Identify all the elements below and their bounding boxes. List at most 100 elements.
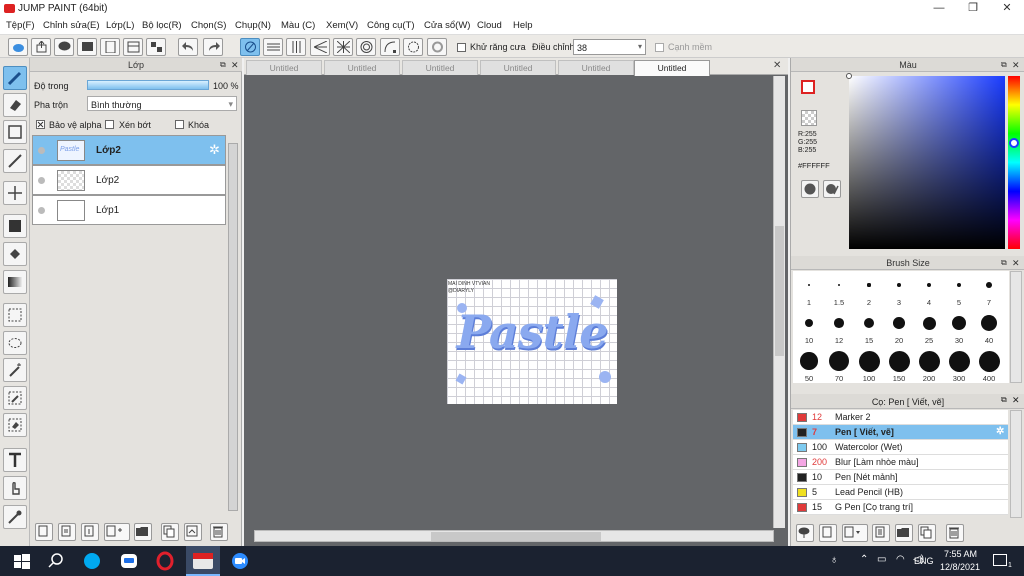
fill-rect-tool[interactable] — [3, 214, 27, 238]
brush-size-cell[interactable]: 25 — [914, 309, 944, 347]
brush-list-item[interactable]: 7 Pen [ Viết, vẽ] ✲ — [793, 425, 1008, 440]
soft-edge-checkbox[interactable] — [655, 43, 664, 52]
select-pen-tool[interactable] — [3, 386, 27, 410]
jump-paint-app[interactable] — [186, 546, 220, 576]
document-tab[interactable]: Untitled — [402, 60, 478, 75]
brush-tool[interactable] — [3, 66, 27, 90]
duplicate-layer-button[interactable] — [161, 523, 179, 541]
lock-checkbox[interactable] — [175, 120, 184, 129]
layer-row[interactable]: Pastle Lớp2 ✲ — [32, 135, 226, 165]
close-button[interactable]: ✕ — [990, 0, 1024, 17]
panel-close-icon[interactable]: ✕ — [1012, 256, 1020, 270]
brush-size-cell[interactable]: 15 — [854, 309, 884, 347]
hue-slider-handle[interactable] — [1009, 138, 1019, 148]
vertical-scroll-thumb[interactable] — [775, 226, 784, 356]
notification-icon[interactable] — [993, 554, 1007, 566]
perspective-ruler-button[interactable] — [310, 38, 330, 56]
layer-scrollbar[interactable] — [228, 143, 238, 511]
brush-size-cell[interactable]: 40 — [974, 309, 1004, 347]
brush-size-cell[interactable]: 12 — [824, 309, 854, 347]
skype-app[interactable] — [78, 549, 106, 573]
panel-close-icon[interactable]: ✕ — [1012, 58, 1020, 72]
panel-close-icon[interactable]: ✕ — [1012, 395, 1020, 406]
primary-color-swatch[interactable] — [801, 80, 815, 94]
undo-button[interactable] — [178, 38, 198, 56]
brush-size-cell[interactable]: 5 — [944, 271, 974, 309]
ruler-off-button[interactable] — [240, 38, 260, 56]
horizontal-scroll-thumb[interactable] — [431, 532, 601, 541]
zalo-app[interactable] — [115, 549, 143, 573]
search-button[interactable] — [42, 549, 70, 573]
brush-size-cell[interactable]: 70 — [824, 347, 854, 383]
panel-close-icon[interactable]: ✕ — [231, 58, 239, 72]
gradient-tool[interactable] — [3, 270, 27, 294]
opera-app[interactable] — [151, 549, 179, 573]
minimize-button[interactable]: — — [922, 0, 956, 17]
hand-tool[interactable] — [3, 476, 27, 500]
brush-list-item[interactable]: 12 Marker 2 — [793, 410, 1008, 425]
brush-list-item[interactable]: 100 Watercolor (Wet) — [793, 440, 1008, 455]
clock-date[interactable]: 12/8/2021 — [940, 562, 980, 572]
layout-button[interactable] — [123, 38, 143, 56]
palette-edit-button[interactable] — [823, 180, 841, 198]
brush-folder-button[interactable] — [895, 524, 913, 542]
brush-list-item[interactable]: 5 Lead Pencil (HB) — [793, 485, 1008, 500]
brush-list-item[interactable]: 200 Blur [Làm nhòe màu] — [793, 455, 1008, 470]
brush-list-scrollbar[interactable] — [1010, 410, 1022, 518]
brush-size-cell[interactable]: 10 — [794, 309, 824, 347]
comment-button[interactable] — [54, 38, 74, 56]
popout-icon[interactable]: ⧉ — [1001, 395, 1007, 405]
brush-size-cell[interactable]: 1 — [794, 271, 824, 309]
clock-time[interactable]: 7:55 AM — [944, 549, 977, 559]
text-tool[interactable] — [3, 448, 27, 472]
line-tool[interactable] — [3, 149, 27, 173]
menu-capture[interactable]: Chụp(N) — [235, 20, 271, 31]
brush-size-cell[interactable]: 7 — [974, 271, 1004, 309]
color-picker-cursor[interactable] — [846, 73, 852, 79]
layer-row[interactable]: Lớp1 — [32, 195, 226, 225]
opacity-slider[interactable] — [87, 80, 209, 90]
brush-size-cell[interactable]: 30 — [944, 309, 974, 347]
document-tab[interactable]: Untitled — [480, 60, 556, 75]
brush-size-cell[interactable]: 300 — [944, 347, 974, 383]
menu-help[interactable]: Help — [513, 20, 533, 31]
message-button[interactable] — [77, 38, 97, 56]
brush-size-cell[interactable]: 20 — [884, 309, 914, 347]
brush-cloud-button[interactable] — [796, 524, 814, 542]
ruler-settings-button[interactable] — [427, 38, 447, 56]
folder-button[interactable] — [134, 523, 152, 541]
transparent-color-swatch[interactable] — [801, 110, 817, 126]
new-folder-layer-button[interactable] — [58, 523, 76, 541]
shape-tool[interactable] — [3, 120, 27, 144]
brush-size-scrollbar[interactable] — [1010, 271, 1022, 383]
grid-layout-button[interactable] — [146, 38, 166, 56]
document-tab-active[interactable]: Untitled — [634, 60, 710, 76]
brush-text-button[interactable] — [872, 524, 890, 542]
brush-copy-button[interactable] — [918, 524, 936, 542]
artwork-canvas[interactable]: MAI DINH VTVIAN @DIARYLY Pastle — [447, 279, 617, 404]
circle-ruler-button[interactable] — [403, 38, 423, 56]
close-tab-icon[interactable]: ✕ — [773, 60, 781, 71]
add-layer-menu-button[interactable] — [104, 523, 130, 541]
radial-ruler-button[interactable] — [333, 38, 353, 56]
merge-layer-button[interactable] — [184, 523, 202, 541]
start-button[interactable] — [8, 549, 36, 573]
new-layer-button[interactable] — [35, 523, 53, 541]
brush-size-cell[interactable]: 4 — [914, 271, 944, 309]
popout-icon[interactable]: ⧉ — [220, 58, 226, 72]
input-language[interactable]: ENG — [914, 556, 934, 566]
brush-delete-button[interactable] — [946, 524, 964, 542]
move-tool[interactable] — [3, 181, 27, 205]
menu-file[interactable]: Tệp(F) — [6, 20, 35, 31]
rect-select-tool[interactable] — [3, 303, 27, 327]
menu-filter[interactable]: Bộ lọc(R) — [142, 20, 182, 31]
menu-edit[interactable]: Chỉnh sửa(E) — [43, 20, 100, 31]
popout-icon[interactable]: ⧉ — [1001, 58, 1007, 72]
menu-cloud[interactable]: Cloud — [477, 20, 502, 31]
grid-ruler-button[interactable] — [286, 38, 306, 56]
brush-size-cell[interactable]: 150 — [884, 347, 914, 383]
brush-size-cell[interactable]: 50 — [794, 347, 824, 383]
brush-list-item[interactable]: 10 Pen [Nét mảnh] — [793, 470, 1008, 485]
maximize-button[interactable]: ❐ — [956, 0, 990, 17]
eraser-tool[interactable] — [3, 93, 27, 117]
